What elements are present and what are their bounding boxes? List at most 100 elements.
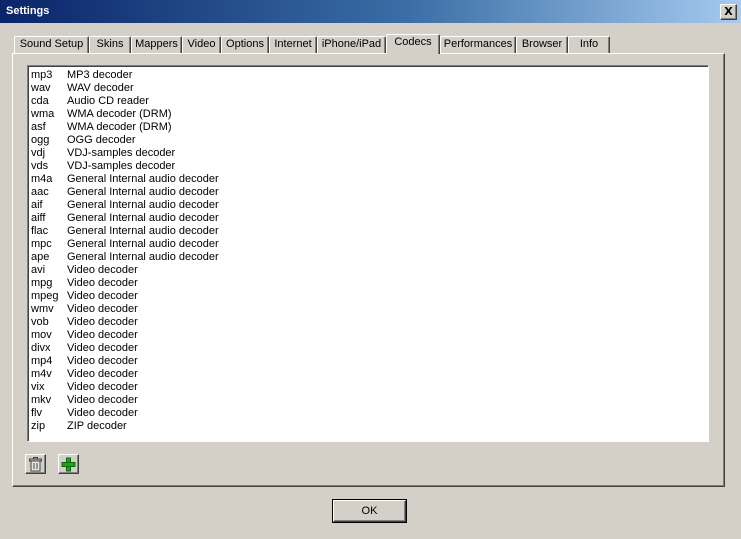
codec-extension: mkv [31,394,52,406]
codec-extension: vdj [31,147,46,159]
codec-description: Video decoder [67,303,138,315]
codec-description: General Internal audio decoder [67,238,219,250]
codec-row[interactable]: mpc General Internal audio decoder [31,238,219,251]
codec-row[interactable]: mkv Video decoder [31,394,219,407]
codec-extension: aiff [31,212,46,224]
codec-description: Video decoder [67,342,138,354]
codec-description: VDJ-samples decoder [67,160,176,172]
codec-description: WMA decoder (DRM) [67,121,172,133]
codec-description: General Internal audio decoder [67,251,219,263]
codec-extension: wma [31,108,55,120]
codec-extension: asf [31,121,46,133]
codec-extension: mpeg [31,290,59,302]
codec-row[interactable]: zip ZIP decoder [31,420,219,433]
add-button[interactable] [58,454,79,474]
codec-extension: m4a [31,173,53,185]
codec-description: Video decoder [67,381,138,393]
codec-row[interactable]: vix Video decoder [31,381,219,394]
codec-row[interactable]: m4a General Internal audio decoder [31,173,219,186]
codec-description: Audio CD reader [67,95,149,107]
codec-row[interactable]: m4v Video decoder [31,368,219,381]
codec-extension: mp3 [31,69,53,81]
codec-row[interactable]: mp4 Video decoder [31,355,219,368]
plus-icon [61,457,76,472]
codec-extension: divx [31,342,51,354]
codec-description: ZIP decoder [67,420,127,432]
codec-extension: vob [31,316,49,328]
codec-row[interactable]: vds VDJ-samples decoder [31,160,219,173]
codec-row[interactable]: wma WMA decoder (DRM) [31,108,219,121]
tab-browser[interactable]: Browser [516,36,568,53]
codec-extension: mov [31,329,52,341]
tab-skins[interactable]: Skins [89,36,131,53]
codec-description: Video decoder [67,316,138,328]
tab-performances[interactable]: Performances [440,36,516,53]
codec-row[interactable]: aiff General Internal audio decoder [31,212,219,225]
codec-row[interactable]: divx Video decoder [31,342,219,355]
tab-iphone-ipad[interactable]: iPhone/iPad [317,36,386,53]
codec-extension: cda [31,95,49,107]
codec-extension: avi [31,264,46,276]
codec-row[interactable]: mpg Video decoder [31,277,219,290]
codec-description: General Internal audio decoder [67,212,219,224]
codec-row[interactable]: flv Video decoder [31,407,219,420]
codec-description: MP3 decoder [67,69,133,81]
codec-extension: mp4 [31,355,53,367]
codec-extension: zip [31,420,46,432]
tab-video[interactable]: Video [182,36,221,53]
close-button[interactable]: X [720,4,737,20]
tab-options[interactable]: Options [221,36,269,53]
trash-icon [29,457,42,472]
codec-row[interactable]: ogg OGG decoder [31,134,219,147]
codec-description: Video decoder [67,355,138,367]
codec-description: WMA decoder (DRM) [67,108,172,120]
codec-extension: flac [31,225,49,237]
codec-description: General Internal audio decoder [67,199,219,211]
codec-extension: flv [31,407,42,419]
codec-extension: mpg [31,277,53,289]
codec-description: WAV decoder [67,82,134,94]
close-icon: X [724,5,733,18]
tab-info[interactable]: Info [568,36,610,53]
tab-mappers[interactable]: Mappers [131,36,182,53]
codec-extension: aac [31,186,49,198]
codec-row[interactable]: cda Audio CD reader [31,95,219,108]
codec-row[interactable]: vdj VDJ-samples decoder [31,147,219,160]
tab-sound-setup[interactable]: Sound Setup [14,36,89,53]
codec-description: Video decoder [67,290,138,302]
tab-codecs[interactable]: Codecs [386,34,440,54]
codec-row[interactable]: mp3 MP3 decoder [31,69,219,82]
codec-row[interactable]: vob Video decoder [31,316,219,329]
codec-row[interactable]: aif General Internal audio decoder [31,199,219,212]
ok-button[interactable]: OK [332,499,407,523]
codec-extension: vds [31,160,49,172]
codec-row[interactable]: mov Video decoder [31,329,219,342]
codec-extension: vix [31,381,45,393]
codec-description: Video decoder [67,394,138,406]
codec-extension: wmv [31,303,54,315]
tab-internet[interactable]: Internet [269,36,317,53]
codec-row[interactable]: asf WMA decoder (DRM) [31,121,219,134]
codec-row[interactable]: wmv Video decoder [31,303,219,316]
codec-row[interactable]: aac General Internal audio decoder [31,186,219,199]
codec-list[interactable]: mp3 MP3 decoder wav WAV decoder cda Audio CD … [27,65,709,442]
codec-row[interactable]: wav WAV decoder [31,82,219,95]
codec-extension: wav [31,82,51,94]
title-bar[interactable]: Settings X [0,0,741,24]
codec-row[interactable]: avi Video decoder [31,264,219,277]
codec-description: Video decoder [67,264,138,276]
ok-button-label: OK [333,500,406,522]
codec-extension: m4v [31,368,52,380]
codec-description: Video decoder [67,277,138,289]
codec-row[interactable]: ape General Internal audio decoder [31,251,219,264]
codec-rows: mp3 MP3 decoder wav WAV decoder cda Audio CD … [31,69,219,433]
delete-button[interactable] [25,454,46,474]
codec-description: Video decoder [67,329,138,341]
codec-row[interactable]: mpeg Video decoder [31,290,219,303]
codec-description: VDJ-samples decoder [67,147,176,159]
codec-extension: ape [31,251,50,263]
codec-description: General Internal audio decoder [67,186,219,198]
codec-description: Video decoder [67,368,138,380]
codec-row[interactable]: flac General Internal audio decoder [31,225,219,238]
codec-description: General Internal audio decoder [67,173,219,185]
